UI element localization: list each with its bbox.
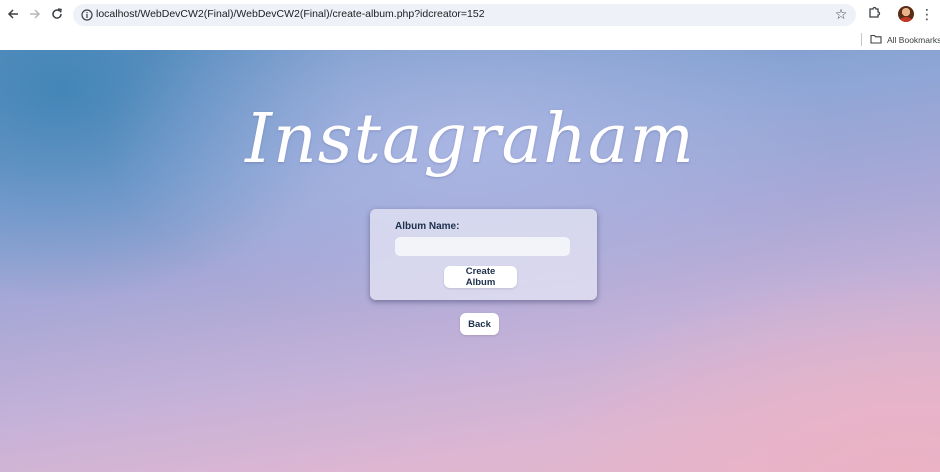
album-name-input[interactable] [395,237,570,256]
extensions-button[interactable] [864,5,884,25]
reload-button[interactable] [47,5,67,25]
url-text[interactable]: localhost/WebDevCW2(Final)/WebDevCW2(Fin… [96,8,485,20]
album-name-label: Album Name: [395,221,460,232]
create-album-button[interactable]: Create Album [444,266,517,288]
bookmarks-bar: All Bookmarks [0,30,940,50]
reload-icon [51,6,63,24]
site-logo: Instagraham [245,100,695,179]
arrow-right-icon [29,6,41,24]
forward-button[interactable] [25,5,45,25]
all-bookmarks-button[interactable]: All Bookmarks [870,32,940,48]
back-button-page[interactable]: Back [460,313,499,335]
page-viewport: Instagraham Album Name: Create Album Bac… [0,50,940,472]
puzzle-icon [868,6,881,24]
create-album-form: Album Name: Create Album [370,209,597,300]
browser-toolbar: localhost/WebDevCW2(Final)/WebDevCW2(Fin… [0,0,940,30]
star-icon[interactable]: ☆ [832,6,850,24]
bookmarks-divider [861,33,862,46]
kebab-menu-icon[interactable]: ⋮ [920,5,934,25]
address-bar[interactable]: localhost/WebDevCW2(Final)/WebDevCW2(Fin… [73,4,856,26]
tune-icon[interactable] [79,7,95,23]
arrow-left-icon [7,6,19,24]
all-bookmarks-label: All Bookmarks [887,35,940,45]
folder-icon [870,31,882,49]
back-button[interactable] [3,5,23,25]
avatar[interactable] [898,6,914,22]
